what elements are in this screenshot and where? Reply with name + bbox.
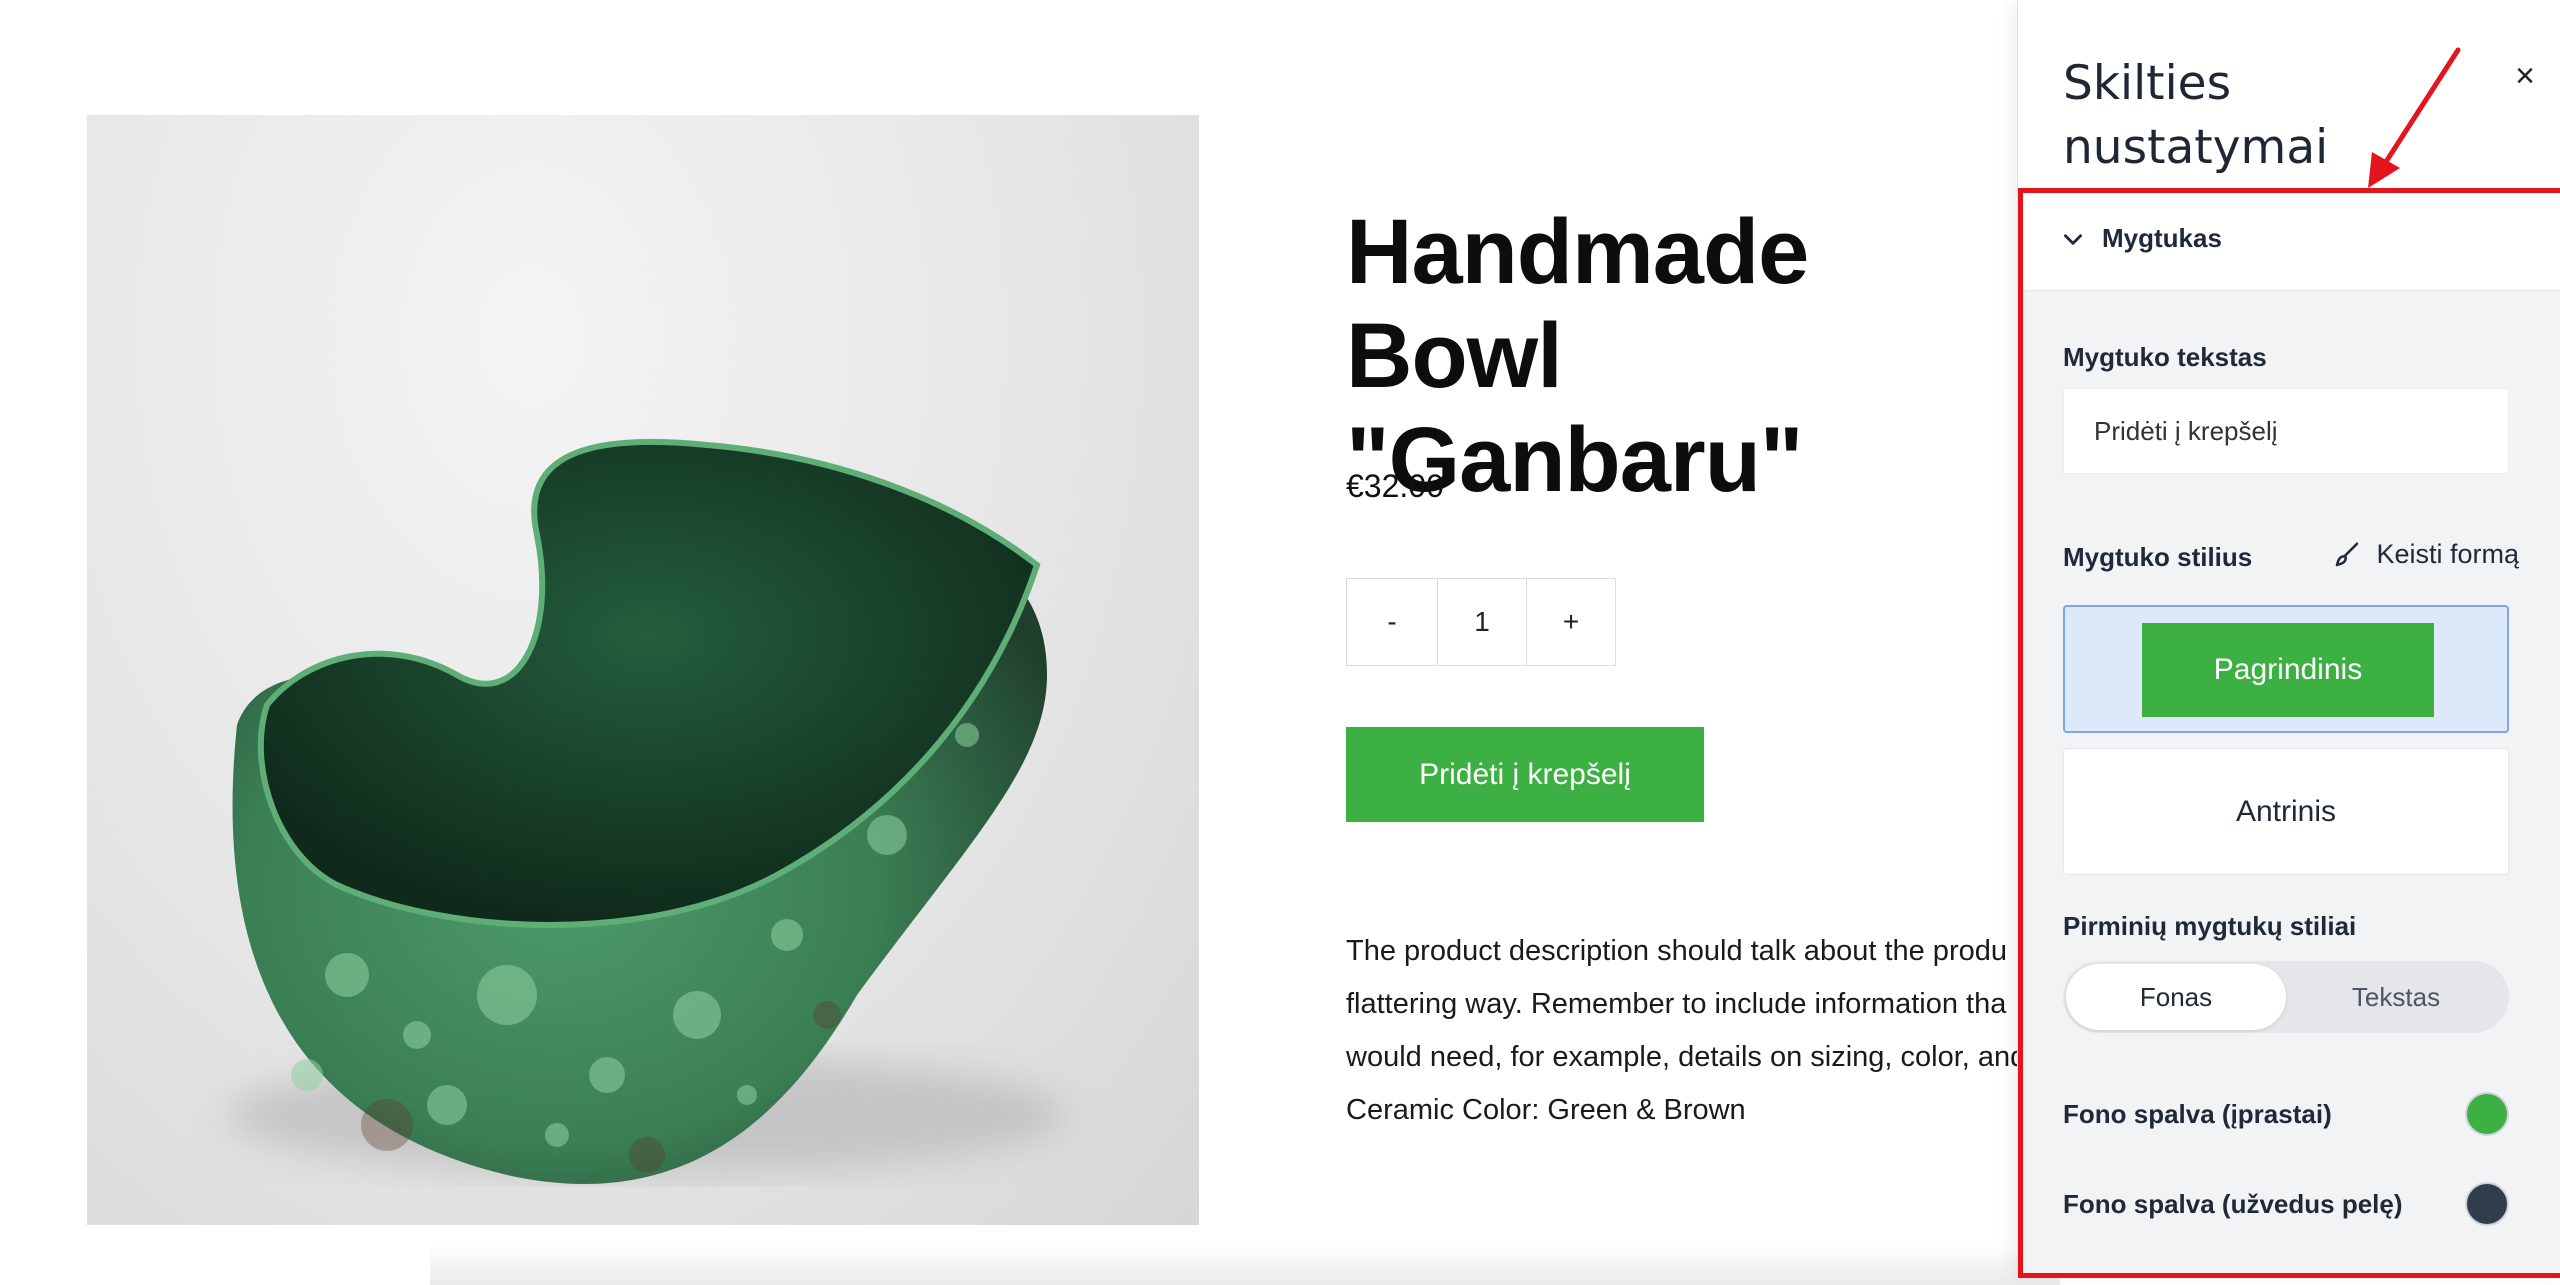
green-bowl-image: [227, 438, 1067, 1184]
page-bottom-shadow: [430, 1245, 2060, 1285]
edit-shape-button[interactable]: Keisti formą: [2332, 539, 2519, 570]
panel-body: Mygtukas Mygtuko tekstas Pridėti į krepš…: [2018, 187, 2560, 1277]
bg-color-normal-label: Fono spalva (įprastai): [2063, 1098, 2332, 1129]
product-info: Handmade Bowl "Ganbaru": [1346, 200, 2046, 512]
description-line: would need, for example, details on sizi…: [1346, 1041, 2027, 1073]
secondary-style-preview: Antrinis: [2235, 794, 2337, 828]
quantity-stepper: - 1 +: [1346, 578, 1616, 666]
button-style-label: Mygtuko stilius: [2063, 542, 2253, 572]
brush-icon: [2336, 542, 2359, 566]
bg-color-hover-swatch[interactable]: [2465, 1182, 2509, 1226]
bg-color-hover-row: Fono spalva (užvedus pelę): [2063, 1182, 2509, 1226]
tab-background[interactable]: Fonas: [2066, 964, 2286, 1030]
product-image: [87, 115, 1199, 1225]
description-line: The product description should talk abou…: [1346, 935, 2007, 967]
button-text-input[interactable]: Pridėti į krepšelį: [2063, 388, 2509, 474]
add-to-cart-button[interactable]: Pridėti į krepšelį: [1346, 727, 1704, 822]
style-tab-switcher: Fonas Tekstas: [2063, 961, 2509, 1033]
bg-color-hover-label: Fono spalva (užvedus pelę): [2063, 1188, 2403, 1219]
primary-styles-label: Pirminių mygtukų stiliai: [2063, 911, 2357, 941]
accordion-label: Mygtukas: [2102, 223, 2222, 253]
style-option-secondary[interactable]: Antrinis: [2063, 748, 2509, 875]
accordion-button-section[interactable]: Mygtukas: [2018, 187, 2560, 291]
quantity-decrease-button[interactable]: -: [1346, 578, 1438, 666]
chevron-down-icon: [2064, 233, 2082, 245]
button-text-label: Mygtuko tekstas: [2063, 342, 2267, 372]
description-line: Ceramic Color: Green & Brown: [1346, 1094, 1746, 1126]
panel-title: Skilties nustatymai: [2063, 56, 2329, 175]
product-description: The product description should talk abou…: [1346, 925, 2046, 1137]
quantity-increase-button[interactable]: +: [1526, 578, 1616, 666]
bg-color-normal-swatch[interactable]: [2465, 1092, 2509, 1136]
section-settings-panel: Skilties nustatymai × Mygtukas Mygtuko t…: [2017, 0, 2560, 1277]
style-option-primary[interactable]: Pagrindinis: [2063, 605, 2509, 733]
tab-text[interactable]: Tekstas: [2286, 964, 2506, 1030]
edit-shape-label: Keisti formą: [2376, 539, 2519, 569]
close-icon[interactable]: ×: [2505, 56, 2545, 96]
primary-style-preview: Pagrindinis: [2142, 623, 2434, 717]
description-line: flattering way. Remember to include info…: [1346, 988, 2007, 1020]
product-price: €32.00: [1346, 468, 1444, 504]
quantity-value[interactable]: 1: [1438, 578, 1526, 666]
product-title: Handmade Bowl "Ganbaru": [1346, 201, 1809, 511]
bg-color-normal-row: Fono spalva (įprastai): [2063, 1092, 2509, 1136]
